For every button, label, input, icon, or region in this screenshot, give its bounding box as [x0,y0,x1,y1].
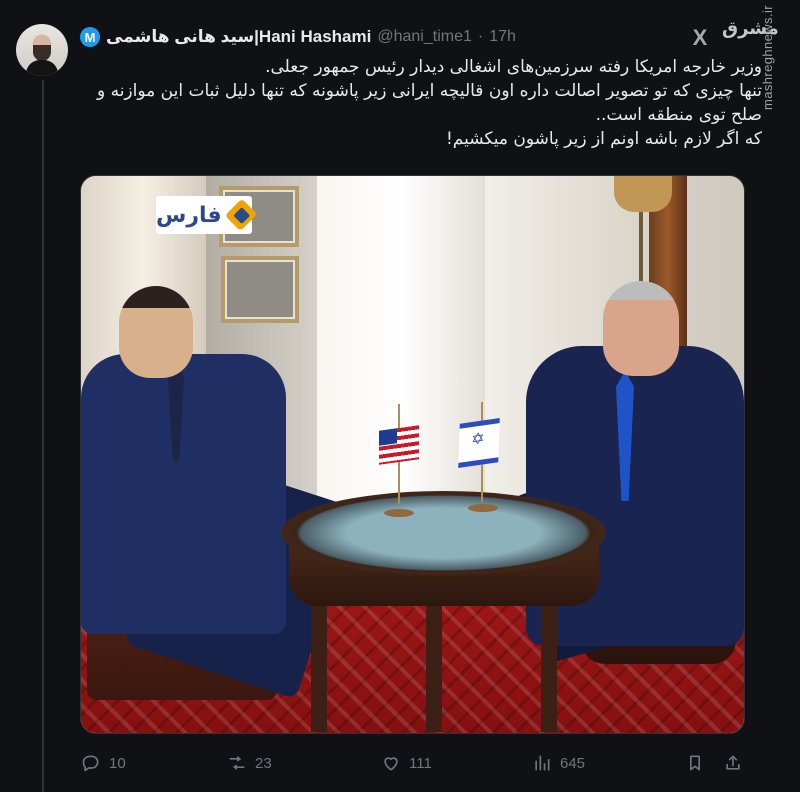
thread-line [42,80,44,792]
share-button[interactable] [722,750,744,776]
israel-flag [458,418,500,468]
fars-logo: فارس [156,196,258,234]
fars-logo-text: فارس [156,202,222,228]
x-logo-icon: X [692,25,708,50]
like-count: 111 [409,754,432,772]
bookmark-button[interactable] [684,750,706,776]
retweet-icon [226,752,248,774]
table-leg [541,596,557,732]
bookmark-icon [684,752,706,774]
tweet-text: وزیر خارجه امریکا رفته سرزمین‌های اشغالی… [82,55,762,151]
tweet-time[interactable]: 17h [489,28,516,46]
table-leg [426,596,442,732]
tweet-actions: 10 23 111 645 [80,750,750,776]
glass-table-top [281,491,606,575]
avatar-shirt [26,60,58,76]
israel-flag-base [468,504,498,512]
tweet-line-2: تنها چیزی که تو تصویر اصالت داره اون قال… [96,81,762,125]
dot-separator: · [477,28,484,45]
us-flag-base [384,509,414,517]
tweet-line-3: که اگر لازم باشه اونم از زیر پاشون میکشی… [445,129,762,149]
floor-lamp-pole [639,206,643,291]
author-handle[interactable]: @hani_time1 [377,28,472,46]
watermark: mashreghnews.ir [760,5,775,110]
views-icon [531,752,553,774]
avatar-beard [33,45,51,61]
floor-lamp-shade [614,176,672,212]
right-person-head [603,281,679,376]
tweet-header: M سید هانی هاشمی|Hani Hashami @hani_time… [80,25,705,49]
verified-badge: M [80,27,100,47]
like-button[interactable]: 111 [380,750,432,776]
table-leg [311,596,327,732]
author-name[interactable]: سید هانی هاشمی|Hani Hashami [106,27,371,47]
views-count: 645 [560,754,586,772]
wall-frame-bottom [221,256,299,323]
share-icon [722,752,744,774]
retweet-button[interactable]: 23 [226,750,272,776]
reply-icon [80,752,102,774]
retweet-count: 23 [255,754,272,772]
heart-icon [380,752,402,774]
tweet-line-1: وزیر خارجه امریکا رفته سرزمین‌های اشغالی… [265,57,762,77]
reply-count: 10 [109,754,126,772]
left-person-head [119,286,193,378]
reply-button[interactable]: 10 [80,750,126,776]
views-button[interactable]: 645 [531,750,585,776]
tweet-image[interactable]: فارس [80,175,745,734]
left-person-suit [81,354,286,634]
author-avatar[interactable] [16,24,68,76]
us-flag [379,425,419,465]
